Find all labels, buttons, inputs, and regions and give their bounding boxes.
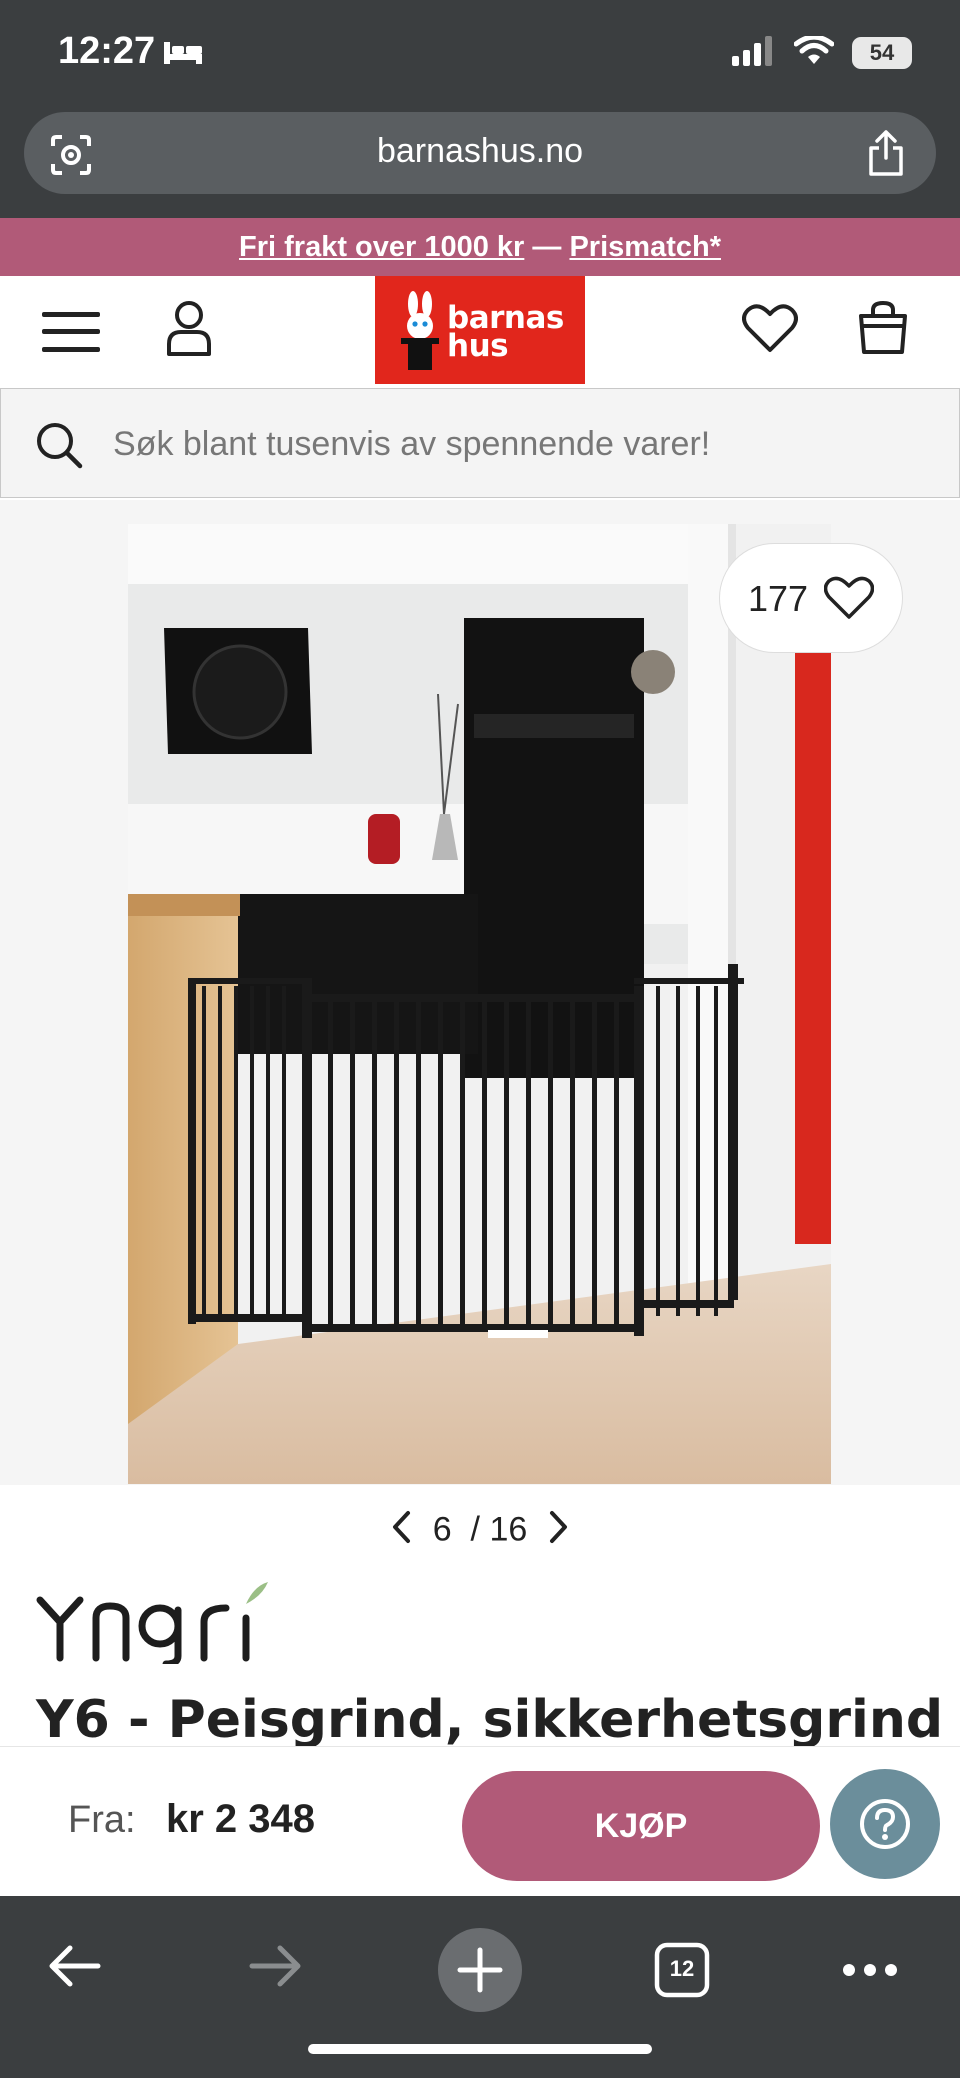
product-photo[interactable]: [128, 524, 831, 1484]
product-title: Y6 - Peisgrind, sikkerhetsgrind: [36, 1690, 944, 1750]
browser-toolbar: 12: [0, 1896, 960, 2078]
forward-arrow-icon[interactable]: [248, 1944, 304, 1992]
more-dots-icon[interactable]: [842, 1962, 898, 1981]
search-input[interactable]: Søk blant tusenvis av spennende varer!: [113, 425, 710, 464]
menu-icon[interactable]: [42, 310, 100, 358]
bed-icon: [162, 38, 204, 70]
price-value: kr 2 348: [166, 1797, 316, 1841]
gallery-pager: 6 / 16: [0, 1510, 960, 1553]
account-icon[interactable]: [166, 300, 212, 360]
back-arrow-icon[interactable]: [46, 1944, 102, 1992]
browser-top-bar: 12:27 54 barnashus.no: [0, 0, 960, 218]
home-indicator: [308, 2044, 652, 2054]
url-text[interactable]: barnashus.no: [24, 132, 936, 171]
tabs-icon[interactable]: 12: [654, 1942, 710, 2002]
like-counter-button[interactable]: 177: [720, 544, 902, 652]
heart-icon: [823, 576, 875, 624]
pager-current: 6: [432, 1510, 452, 1549]
free-shipping-link[interactable]: Fri frakt over 1000 kr: [239, 231, 524, 263]
promo-separator: —: [524, 231, 570, 263]
price-from-label: Fra:: [68, 1799, 136, 1841]
buy-button[interactable]: KJØP: [462, 1771, 820, 1881]
address-bar[interactable]: barnashus.no: [24, 112, 936, 194]
help-button[interactable]: [830, 1769, 940, 1879]
promo-banner: Fri frakt over 1000 kr — Prismatch*: [0, 218, 960, 276]
tabs-count: 12: [669, 1956, 695, 1981]
next-image-chevron-icon[interactable]: [549, 1510, 569, 1553]
battery-indicator: 54: [852, 37, 912, 69]
wifi-icon: [793, 34, 835, 70]
site-logo[interactable]: barnas hus: [375, 276, 585, 384]
question-icon: [858, 1797, 912, 1855]
cart-bag-icon[interactable]: [858, 300, 908, 360]
share-icon[interactable]: [866, 130, 906, 180]
price-match-link[interactable]: Prismatch*: [569, 231, 721, 263]
like-count: 177: [748, 578, 809, 619]
signal-icon: [732, 36, 776, 70]
brand-logo[interactable]: [36, 1578, 296, 1668]
status-indicators: 54: [732, 34, 912, 70]
buy-bar: Fra: kr 2 348 KJØP: [0, 1746, 960, 1897]
logo-line-2: hus: [447, 328, 509, 364]
search-bar[interactable]: Søk blant tusenvis av spennende varer!: [0, 388, 960, 498]
status-time: 12:27: [58, 30, 156, 72]
brand-logo-art: [36, 1582, 268, 1668]
rabbit-hat-logo-icon: [397, 290, 443, 376]
pager-total: / 16: [470, 1510, 528, 1549]
wishlist-heart-icon[interactable]: [742, 302, 798, 358]
prev-image-chevron-icon[interactable]: [391, 1510, 411, 1553]
new-tab-plus-icon[interactable]: [438, 1928, 522, 2016]
search-icon: [35, 421, 83, 473]
logo-wordmark: barnas hus: [447, 303, 564, 364]
